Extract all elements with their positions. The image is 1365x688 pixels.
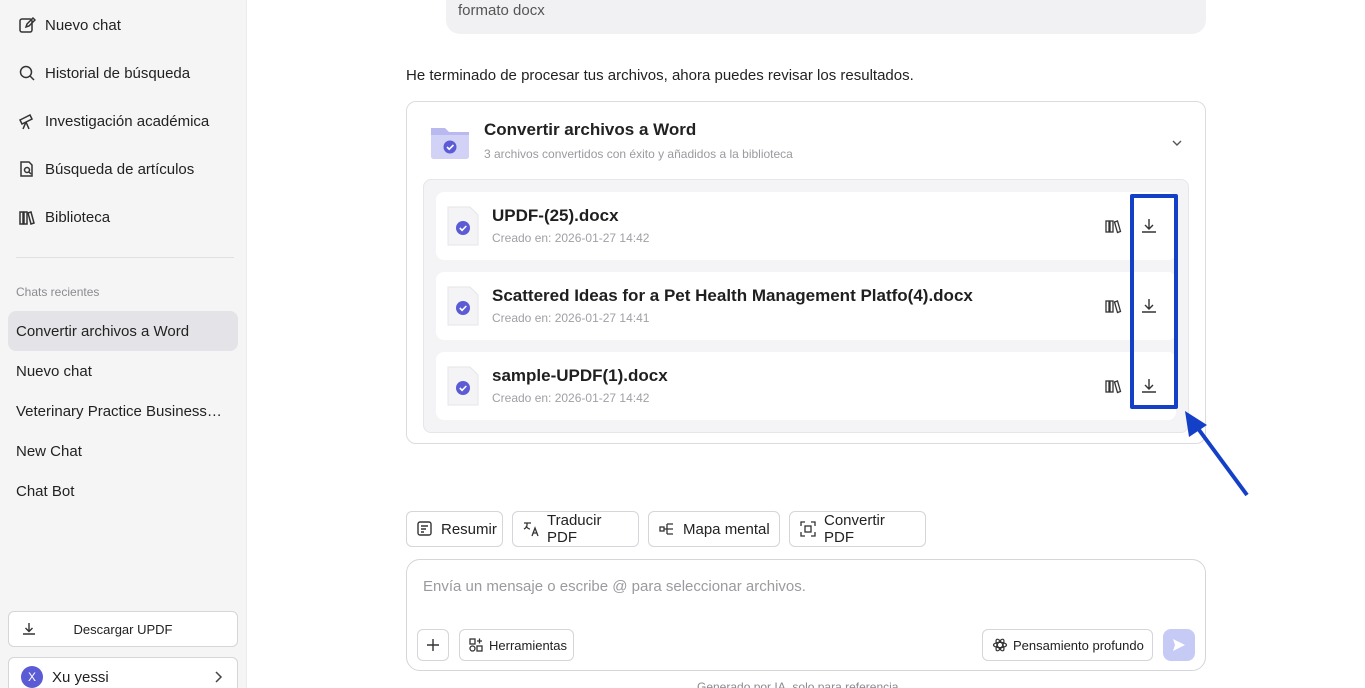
send-button[interactable]	[1163, 629, 1195, 661]
send-icon	[1173, 639, 1185, 651]
nav-new-chat[interactable]: Nuevo chat	[8, 5, 238, 45]
file-date: Creado en: 2026-01-27 14:42	[492, 231, 650, 245]
convert-icon	[799, 520, 817, 538]
document-search-icon	[18, 160, 36, 178]
user-message-bubble: formato docx	[446, 0, 1206, 34]
download-icon[interactable]	[1139, 296, 1159, 316]
tools-grid-icon	[468, 637, 484, 653]
edit-icon	[18, 16, 36, 34]
deep-thinking-button[interactable]: Pensamiento profundo	[982, 629, 1153, 661]
telescope-icon	[18, 112, 36, 130]
library-icon[interactable]	[1104, 296, 1124, 316]
ai-disclaimer: Generado por IA, solo para referencia	[697, 680, 899, 688]
recent-chat-item[interactable]: Nuevo chat	[8, 351, 238, 391]
message-composer: Herramientas Pensamiento profundo	[406, 559, 1206, 671]
avatar: X	[21, 666, 43, 688]
nav-academic-research[interactable]: Investigación académica	[8, 101, 238, 141]
download-icon[interactable]	[1139, 376, 1159, 396]
summarize-button[interactable]: Resumir	[406, 511, 503, 547]
card-title: Convertir archivos a Word	[484, 120, 697, 139]
file-date: Creado en: 2026-01-27 14:42	[492, 391, 650, 405]
chat-main: formato docx He terminado de procesar tu…	[247, 0, 1365, 688]
mindmap-icon	[658, 520, 676, 538]
library-icon	[18, 208, 36, 226]
download-updf-button[interactable]: Descargar UPDF	[8, 611, 238, 647]
docx-file-icon	[446, 285, 480, 327]
tools-button[interactable]: Herramientas	[459, 629, 574, 661]
translate-pdf-button[interactable]: Traducir PDF	[512, 511, 639, 547]
recent-chats-label: Chats recientes	[16, 285, 100, 299]
sidebar-divider	[16, 257, 234, 258]
library-icon[interactable]	[1104, 216, 1124, 236]
recent-chat-item[interactable]: New Chat	[8, 431, 238, 471]
library-icon[interactable]	[1104, 376, 1124, 396]
plus-icon	[427, 639, 439, 651]
docx-file-icon	[446, 205, 480, 247]
nav-library[interactable]: Biblioteca	[8, 197, 238, 237]
convert-pdf-button[interactable]: Convertir PDF	[789, 511, 926, 547]
file-row[interactable]: Scattered Ideas for a Pet Health Managem…	[436, 272, 1176, 340]
summarize-icon	[416, 520, 434, 538]
atom-icon	[992, 637, 1008, 653]
folder-check-icon	[429, 122, 471, 160]
download-icon	[21, 621, 37, 637]
card-subtitle: 3 archivos convertidos con éxito y añadi…	[484, 147, 793, 161]
translate-icon	[522, 520, 540, 538]
docx-file-icon	[446, 365, 480, 407]
assistant-message: He terminado de procesar tus archivos, a…	[406, 67, 914, 84]
user-name: Xu yessi	[52, 668, 109, 686]
recent-chat-item[interactable]: Chat Bot	[8, 471, 238, 511]
nav-article-search[interactable]: Búsqueda de artículos	[8, 149, 238, 189]
file-row[interactable]: sample-UPDF(1).docx Creado en: 2026-01-2…	[436, 352, 1176, 420]
file-name: Scattered Ideas for a Pet Health Managem…	[492, 286, 973, 305]
file-name: UPDF-(25).docx	[492, 206, 619, 225]
add-attachment-button[interactable]	[417, 629, 449, 661]
recent-chat-item[interactable]: Convertir archivos a Word	[8, 311, 238, 351]
file-date: Creado en: 2026-01-27 14:41	[492, 311, 650, 325]
nav-search-history[interactable]: Historial de búsqueda	[8, 53, 238, 93]
file-row[interactable]: UPDF-(25).docx Creado en: 2026-01-27 14:…	[436, 192, 1176, 260]
mind-map-button[interactable]: Mapa mental	[648, 511, 780, 547]
user-account[interactable]: X Xu yessi	[8, 657, 238, 688]
download-icon[interactable]	[1139, 216, 1159, 236]
file-list: UPDF-(25).docx Creado en: 2026-01-27 14:…	[423, 179, 1189, 433]
recent-chat-item[interactable]: Veterinary Practice Business Plan	[8, 391, 238, 431]
sidebar: Nuevo chat Historial de búsqueda Investi…	[0, 0, 247, 688]
message-input[interactable]	[423, 578, 1183, 595]
conversion-result-card: Convertir archivos a Word 3 archivos con…	[406, 101, 1206, 444]
chevron-right-icon	[213, 670, 223, 684]
search-icon	[18, 64, 36, 82]
file-name: sample-UPDF(1).docx	[492, 366, 668, 385]
chevron-down-icon[interactable]	[1171, 136, 1183, 148]
